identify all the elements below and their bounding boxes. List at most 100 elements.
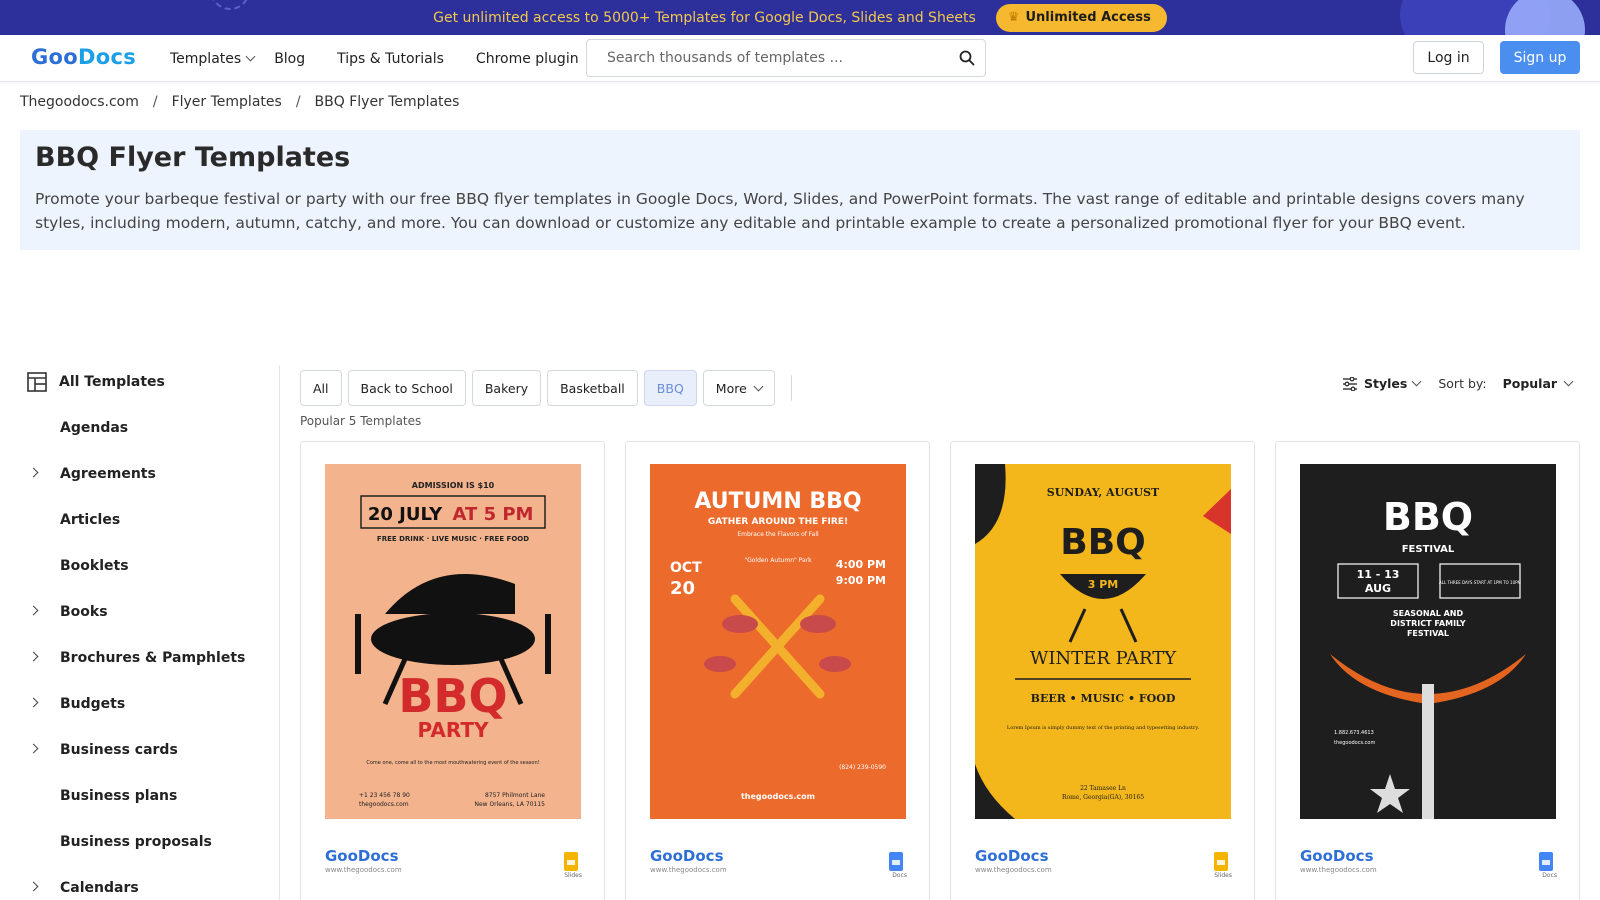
bbq-party-poster: ADMISSION IS $10 20 JULY AT 5 PM FREE DR…: [325, 464, 581, 819]
poster-text: "Golden Autumn" Park: [744, 557, 812, 564]
template-thumbnail[interactable]: ADMISSION IS $10 20 JULY AT 5 PM FREE DR…: [325, 464, 581, 819]
sidebar-item[interactable]: Business plans: [0, 773, 280, 819]
chevron-right-icon[interactable]: [28, 467, 39, 478]
poster-text: AT 5 PM: [453, 504, 534, 525]
template-card[interactable]: BBQ FESTIVAL 11 - 13 AUG ALL THREE DAYS …: [1275, 441, 1580, 900]
chevron-right-icon[interactable]: [28, 651, 39, 662]
breadcrumb-home[interactable]: Thegoodocs.com: [20, 94, 139, 110]
sidebar-item[interactable]: Agendas: [0, 405, 280, 451]
nav-blog[interactable]: Blog: [274, 51, 305, 67]
template-thumbnail[interactable]: BBQ FESTIVAL 11 - 13 AUG ALL THREE DAYS …: [1300, 464, 1556, 819]
app-label: Slides: [564, 872, 582, 879]
poster-text: ADMISSION IS $10: [412, 481, 495, 490]
search-input[interactable]: [607, 50, 937, 66]
search-icon[interactable]: [959, 50, 975, 66]
chevron-down-icon: [1563, 376, 1574, 387]
template-thumbnail[interactable]: SUNDAY, AUGUST BBQ 3 PM WINTER PARTY BEE…: [975, 464, 1231, 819]
poster-text: ALL THREE DAYS START AT 1PM TO 10PM: [1439, 580, 1522, 585]
poster-text: OCT: [670, 560, 702, 576]
chevron-down-icon: [1411, 376, 1422, 387]
sidebar-item-label: Agendas: [60, 420, 129, 436]
nav-chrome-plugin[interactable]: Chrome plugin: [476, 51, 579, 67]
signup-button[interactable]: Sign up: [1500, 41, 1580, 74]
styles-dropdown[interactable]: Styles: [1342, 376, 1422, 391]
chevron-right-icon[interactable]: [28, 881, 39, 892]
winter-party-poster: SUNDAY, AUGUST BBQ 3 PM WINTER PARTY BEE…: [975, 464, 1231, 819]
sidebar-item-label: Brochures & Pamphlets: [60, 650, 246, 666]
more-label: More: [715, 380, 747, 396]
sidebar-item[interactable]: Books: [0, 589, 280, 635]
crown-icon: ♛: [1007, 10, 1020, 25]
tag-filters: All Back to School Bakery Basketball BBQ More: [300, 370, 792, 406]
app-label: Slides: [1214, 872, 1232, 879]
poster-text: BEER • MUSIC • FOOD: [1031, 692, 1176, 705]
filter-chip[interactable]: Bakery: [471, 370, 542, 406]
poster-text: 11 - 13: [1357, 568, 1400, 581]
logo-part-2: Docs: [78, 45, 137, 69]
template-card[interactable]: SUNDAY, AUGUST BBQ 3 PM WINTER PARTY BEE…: [950, 441, 1255, 900]
sidebar-item[interactable]: Booklets: [0, 543, 280, 589]
fork-utensil: [355, 614, 361, 674]
templates-grid-icon: [27, 372, 47, 392]
card-brand-url: www.thegoodocs.com: [650, 866, 727, 874]
poster-text: WINTER PARTY: [1030, 648, 1177, 669]
sidebar-item-label: Budgets: [60, 696, 126, 712]
sidebar-item-label: Business plans: [60, 788, 178, 804]
poster-text: Embrace the Flavors of Fall: [737, 531, 819, 538]
chevron-down-icon: [753, 381, 764, 391]
google-docs-icon: [889, 852, 903, 871]
filter-chip[interactable]: Basketball: [547, 370, 638, 406]
filter-chip[interactable]: Back to School: [347, 370, 466, 406]
main-nav: Templates Blog Tips & Tutorials Chrome p…: [170, 35, 579, 82]
breadcrumb-separator: /: [152, 94, 158, 110]
sidebar-item[interactable]: Business proposals: [0, 819, 280, 865]
poster-text: New Orleans, LA 70115: [474, 801, 545, 808]
nav-chrome-plugin-label: Chrome plugin: [475, 50, 579, 67]
poster-text: SEASONAL AND: [1393, 609, 1464, 618]
sidebar-item[interactable]: Business cards: [0, 727, 280, 773]
sidebar-item[interactable]: Articles: [0, 497, 280, 543]
template-thumbnail[interactable]: AUTUMN BBQ GATHER AROUND THE FIRE! Embra…: [650, 464, 906, 819]
sidebar-item[interactable]: Agreements: [0, 451, 280, 497]
sidebar-item[interactable]: Budgets: [0, 681, 280, 727]
sidebar-item-label: Agreements: [60, 466, 156, 482]
poster-text: 3 PM: [1088, 578, 1119, 591]
chevron-right-icon[interactable]: [28, 743, 39, 754]
sidebar-item[interactable]: Calendars: [0, 865, 280, 900]
sidebar-item[interactable]: Brochures & Pamphlets: [0, 635, 280, 681]
promo-text[interactable]: Get unlimited access to 5000+ Templates …: [433, 10, 976, 26]
app-label: Docs: [1542, 872, 1557, 879]
goodocs-logo[interactable]: GooDocs: [31, 45, 136, 69]
breadcrumb-current: BBQ Flyer Templates: [314, 94, 460, 110]
sausage: [819, 656, 851, 672]
sort-bar: Styles Sort by: Popular: [1342, 376, 1574, 391]
poster-text: Come one, come all to the most mouthwate…: [366, 760, 539, 766]
filter-chip[interactable]: BBQ: [643, 370, 697, 406]
sidebar-item-label: Calendars: [60, 880, 139, 896]
poster-text: FESTIVAL: [1402, 544, 1455, 555]
breadcrumb-flyer-templates[interactable]: Flyer Templates: [172, 94, 282, 110]
template-count: Popular 5 Templates: [300, 414, 422, 428]
poster-text: thegoodocs.com: [359, 801, 409, 808]
poster-text: 20: [670, 578, 695, 599]
nav-tips[interactable]: Tips & Tutorials: [337, 51, 444, 67]
all-templates-link[interactable]: All Templates: [27, 372, 165, 392]
divider: [790, 375, 792, 401]
sausage: [800, 615, 836, 633]
poster-text: thegoodocs.com: [741, 792, 815, 801]
poster-text: GATHER AROUND THE FIRE!: [708, 517, 848, 527]
poster-text: 1.882.673.4613: [1334, 730, 1374, 736]
login-button[interactable]: Log in: [1413, 41, 1484, 74]
styles-label: Styles: [1364, 376, 1408, 391]
card-brand-logo: GooDocs www.thegoodocs.com: [1300, 847, 1377, 874]
sort-dropdown[interactable]: Popular: [1503, 376, 1574, 391]
filter-chip[interactable]: All: [300, 370, 342, 406]
more-filters-dropdown[interactable]: More: [702, 370, 775, 406]
nav-templates[interactable]: Templates: [170, 51, 256, 67]
chevron-right-icon[interactable]: [28, 605, 39, 616]
template-card[interactable]: ADMISSION IS $10 20 JULY AT 5 PM FREE DR…: [300, 441, 605, 900]
spatula-utensil: [545, 614, 551, 674]
template-card[interactable]: AUTUMN BBQ GATHER AROUND THE FIRE! Embra…: [625, 441, 930, 900]
chevron-right-icon[interactable]: [28, 697, 39, 708]
unlimited-access-button[interactable]: ♛ Unlimited Access: [995, 3, 1167, 32]
